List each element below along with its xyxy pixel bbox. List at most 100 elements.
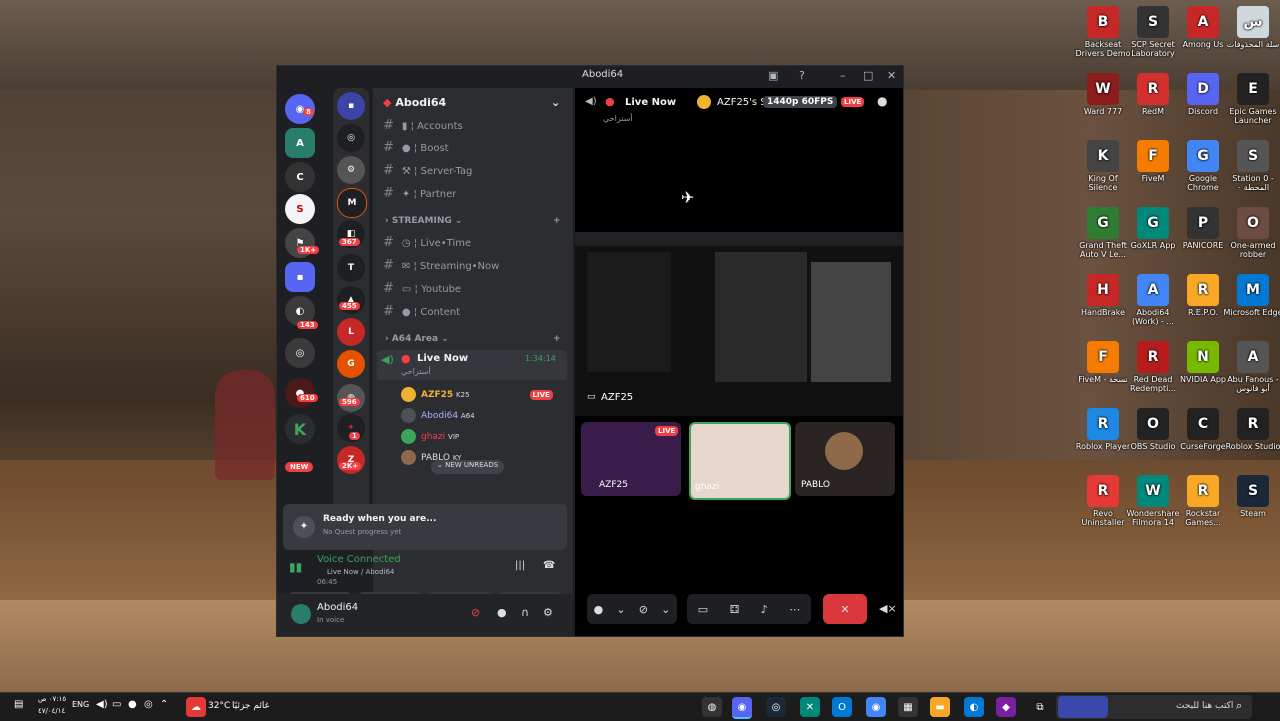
desktop-icon[interactable]: A Abu Fanous - أبو فانوس xyxy=(1223,339,1280,403)
server-icon-2[interactable]: S xyxy=(285,194,315,224)
taskbar-copilot-icon[interactable]: ◆ xyxy=(996,697,1016,717)
category-a64-area[interactable]: › A64 Area ⌄ + xyxy=(385,334,561,344)
soundboard-icon[interactable]: ♪ xyxy=(761,603,768,616)
voice-channel-live-now[interactable]: ◀) ● Live Now 1:34:14 أستراحي xyxy=(377,350,567,380)
notifications-icon[interactable]: ▤ xyxy=(14,699,23,710)
close-icon[interactable]: ✕ xyxy=(887,69,896,82)
desktop-icon[interactable]: M Microsoft Edge xyxy=(1223,272,1280,336)
channel-youtube[interactable]: # ▭ ¦ Youtube xyxy=(383,281,461,296)
participant-tile[interactable]: ghazi xyxy=(689,422,791,500)
taskbar-app-icon[interactable]: ▦ xyxy=(898,697,918,717)
server-icon-kick[interactable]: K xyxy=(285,414,315,444)
server-folder-expanded: ▪ ◎ ⚙ M ◧ 367 T ▲ 455 L G ◍ 596 ✦ 1 Z 2K… xyxy=(333,88,369,550)
headphones-icon[interactable]: ∩ xyxy=(521,606,529,619)
desktop-icon[interactable]: R Roblox Studio xyxy=(1223,406,1280,470)
microphone-tray-icon[interactable]: ● xyxy=(128,699,137,710)
participant-tile[interactable]: LIVE AZF25 xyxy=(581,422,681,496)
channel-live-time[interactable]: # ◷ ¦ Live•Time xyxy=(383,235,471,250)
microphone-icon[interactable]: ● xyxy=(594,603,604,616)
microphone-icon[interactable]: ● xyxy=(497,606,507,619)
taskbar-search-box[interactable]: اكتب هنا للبحث ⌕ xyxy=(1056,695,1252,719)
chevron-down-icon[interactable]: ⌄ xyxy=(661,603,670,616)
mute-icon[interactable]: ⊘ xyxy=(471,606,480,619)
channel-partner[interactable]: # ✦ ¦ Partner xyxy=(383,186,456,201)
task-view-icon[interactable]: ⧉ xyxy=(1030,697,1050,717)
channel-content[interactable]: # ● ¦ Content xyxy=(383,304,460,319)
volume-icon[interactable]: ◀) xyxy=(96,699,108,710)
voice-user[interactable]: AZF25 K25 LIVE xyxy=(401,387,553,402)
volume-mute-icon[interactable]: ◀× xyxy=(879,602,897,615)
title-bar[interactable]: Abodi64 ▣ ? – □ ✕ xyxy=(277,66,903,86)
show-hidden-icons[interactable]: ⌃ xyxy=(160,699,168,710)
noise-suppression-icon[interactable]: ||| xyxy=(515,560,525,571)
new-unreads-pill[interactable]: ⌄ NEW UNREADS xyxy=(431,460,505,474)
desktop-icon[interactable]: S Steam xyxy=(1223,473,1280,537)
server-icon-9[interactable]: T xyxy=(337,254,365,282)
desktop-icon[interactable]: O One-armed robber xyxy=(1223,205,1280,269)
quest-banner[interactable]: ✦ Ready when you are... No Quest progres… xyxy=(283,504,567,550)
help-icon[interactable]: ? xyxy=(799,69,805,82)
chevron-down-icon[interactable]: ⌄ xyxy=(551,96,560,109)
quest-title: Ready when you are... xyxy=(323,514,437,524)
category-streaming[interactable]: › STREAMING ⌄ + xyxy=(385,216,561,226)
server-icon-mi[interactable]: M xyxy=(337,188,367,218)
channel-accounts[interactable]: # ▮ ¦ Accounts xyxy=(383,118,463,133)
voice-user[interactable]: ghazi VIP xyxy=(401,429,459,444)
taskbar-goxlr-icon[interactable]: ✕ xyxy=(800,697,820,717)
inbox-icon[interactable]: ▣ xyxy=(768,69,778,82)
gta-icon: G xyxy=(1087,207,1119,239)
add-channel-icon[interactable]: + xyxy=(553,216,561,226)
screen-share-icon[interactable]: ▭ xyxy=(698,603,708,616)
server-icon-gamer[interactable]: G xyxy=(337,350,365,378)
server-icon-customs[interactable]: C xyxy=(285,162,315,192)
server-icon-5[interactable]: ● xyxy=(285,378,315,408)
settings-icon[interactable]: ⚙ xyxy=(543,606,553,619)
taskbar-chrome-icon[interactable]: ◉ xyxy=(866,697,886,717)
taskbar-app-icon[interactable]: ◍ xyxy=(702,697,722,717)
participant-tile[interactable]: PABLO xyxy=(795,422,895,496)
chat-icon[interactable]: ● xyxy=(877,94,887,108)
leave-call-button[interactable]: ✕ xyxy=(823,594,867,624)
camera-off-icon[interactable]: ⊘ xyxy=(639,603,648,616)
discord-window[interactable]: Abodi64 ▣ ? – □ ✕ ◉ 8 A C S ⚑ 1K+ ▪ ◐ 14… xyxy=(276,65,904,637)
taskbar-outlook-icon[interactable]: O xyxy=(832,697,852,717)
server-icon-6[interactable]: ◎ xyxy=(337,124,365,152)
channel-boost[interactable]: # ● ¦ Boost xyxy=(383,140,449,155)
folder-icon[interactable]: ▪ xyxy=(285,262,315,292)
maximize-icon[interactable]: □ xyxy=(863,69,873,82)
more-icon[interactable]: ⋯ xyxy=(789,603,800,616)
add-channel-icon[interactable]: + xyxy=(553,334,561,344)
channel-server-tag[interactable]: # ⚒ ¦ Server-Tag xyxy=(383,163,472,178)
user-avatar[interactable] xyxy=(291,604,311,624)
taskbar-edge-icon[interactable]: ◐ xyxy=(964,697,984,717)
channel-streaming-now[interactable]: # ✉ ¦ Streaming•Now xyxy=(383,258,499,273)
weather-temp[interactable]: 32°C xyxy=(208,701,230,711)
voice-user[interactable]: Abodi64 A64 xyxy=(401,408,475,423)
taskbar-steam-icon[interactable]: ◎ xyxy=(766,697,786,717)
folder-header-icon[interactable]: ▪ xyxy=(337,92,365,120)
network-icon[interactable]: ▭ xyxy=(112,699,121,710)
chevron-down-icon[interactable]: ⌄ xyxy=(616,603,625,616)
stream-preview[interactable]: ▭ AZF25 xyxy=(575,232,903,416)
voice-path[interactable]: Live Now / Abodi64 xyxy=(327,568,394,576)
taskbar-discord-icon[interactable]: ◉ xyxy=(732,697,752,719)
server-icon-7[interactable]: ⚙ xyxy=(337,156,365,184)
server-header[interactable]: ◆ Abodi64 ⌄ xyxy=(383,96,560,109)
activities-icon[interactable]: ⚃ xyxy=(730,603,740,616)
language-indicator[interactable]: ENG xyxy=(72,700,89,709)
desktop-icon[interactable]: س سلة المحذوفات xyxy=(1223,4,1280,68)
desktop-icon[interactable]: S Station 0 - المحطة ٠ xyxy=(1223,138,1280,202)
desktop-icon[interactable]: E Epic Games Launcher xyxy=(1223,71,1280,135)
tray-icon[interactable]: ◎ xyxy=(144,699,153,710)
taskbar-time[interactable]: ٠٧:١٥ ص xyxy=(38,695,66,703)
server-icon-thelife[interactable]: L xyxy=(337,318,365,346)
server-icon-4[interactable]: ◎ xyxy=(285,338,315,368)
disconnect-icon[interactable]: ☎ xyxy=(543,560,555,571)
taskbar-explorer-icon[interactable]: ▬ xyxy=(930,697,950,717)
taskbar-date[interactable]: ٤٧/٠٤/١٤ xyxy=(38,707,65,715)
minimize-icon[interactable]: – xyxy=(840,69,846,82)
weather-text[interactable]: غائم جزئيًا xyxy=(232,701,269,711)
steam-icon: S xyxy=(1237,475,1269,507)
stream-browser-bar xyxy=(575,232,903,246)
server-icon-abodi64[interactable]: A xyxy=(285,128,315,158)
